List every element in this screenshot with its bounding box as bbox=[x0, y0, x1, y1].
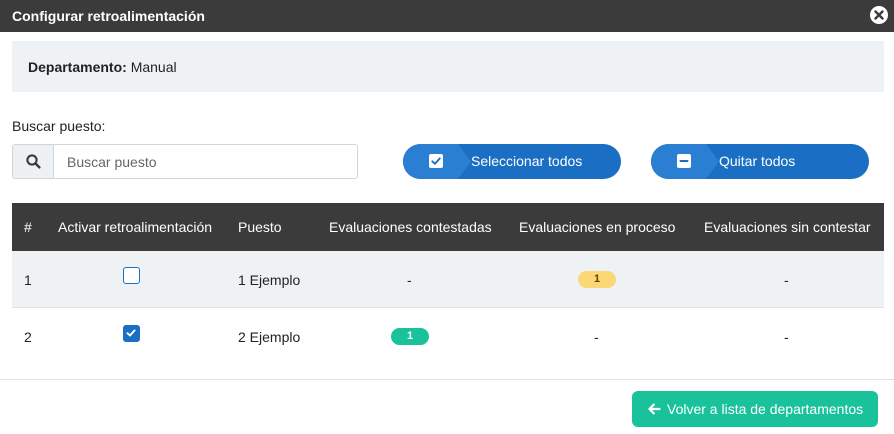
remove-all-button[interactable]: Quitar todos bbox=[651, 144, 869, 179]
activate-checkbox[interactable] bbox=[123, 325, 140, 342]
positions-table: # Activar retroalimentación Puesto Evalu… bbox=[12, 203, 884, 364]
search-addon bbox=[13, 145, 54, 178]
department-panel: Departamento: Manual bbox=[12, 41, 884, 92]
row-sin-contestar: - bbox=[784, 329, 789, 345]
search-input[interactable] bbox=[55, 145, 357, 178]
select-all-button[interactable]: Seleccionar todos bbox=[403, 144, 621, 179]
search-group bbox=[12, 144, 358, 179]
arrow-left-icon bbox=[648, 403, 661, 415]
department-label: Departamento: bbox=[28, 59, 127, 75]
column-header-en-proceso: Evaluaciones en proceso bbox=[519, 219, 676, 235]
activate-checkbox[interactable] bbox=[123, 267, 140, 284]
department-info: Departamento: Manual bbox=[28, 59, 177, 75]
table-row: 2 2 Ejemplo 1 - - bbox=[12, 308, 884, 364]
column-header-sin-contestar: Evaluaciones sin contestar bbox=[704, 219, 871, 235]
table-header: # Activar retroalimentación Puesto Evalu… bbox=[12, 203, 884, 251]
column-header-puesto: Puesto bbox=[238, 219, 282, 235]
table-row: 1 1 Ejemplo - 1 - bbox=[12, 251, 884, 308]
column-header-number: # bbox=[24, 219, 32, 235]
checkmark-icon bbox=[126, 329, 136, 337]
close-icon bbox=[874, 10, 884, 20]
back-to-departments-button[interactable]: Volver a lista de departamentos bbox=[632, 391, 878, 427]
search-label: Buscar puesto: bbox=[12, 118, 106, 134]
row-number: 2 bbox=[24, 329, 32, 345]
row-en-proceso: - bbox=[594, 329, 599, 345]
row-sin-contestar: - bbox=[784, 272, 789, 288]
footer-divider bbox=[0, 379, 894, 380]
back-button-label: Volver a lista de departamentos bbox=[667, 401, 864, 417]
modal-title: Configurar retroalimentación bbox=[12, 8, 205, 24]
row-puesto: 1 Ejemplo bbox=[238, 272, 301, 288]
row-puesto: 2 Ejemplo bbox=[238, 329, 301, 345]
status-badge: 1 bbox=[391, 328, 429, 345]
checkbox-checked-icon bbox=[429, 154, 443, 168]
row-contestadas: - bbox=[407, 272, 412, 288]
checkbox-minus-icon bbox=[677, 154, 691, 168]
close-button[interactable] bbox=[870, 6, 888, 24]
select-all-label: Seleccionar todos bbox=[471, 153, 583, 169]
remove-all-label: Quitar todos bbox=[719, 153, 796, 169]
department-value: Manual bbox=[130, 59, 177, 75]
column-header-contestadas: Evaluaciones contestadas bbox=[329, 219, 492, 235]
column-header-activate: Activar retroalimentación bbox=[58, 219, 213, 235]
search-icon bbox=[26, 154, 41, 169]
status-badge: 1 bbox=[578, 271, 616, 288]
row-number: 1 bbox=[24, 272, 32, 288]
modal-header: Configurar retroalimentación bbox=[0, 0, 894, 32]
